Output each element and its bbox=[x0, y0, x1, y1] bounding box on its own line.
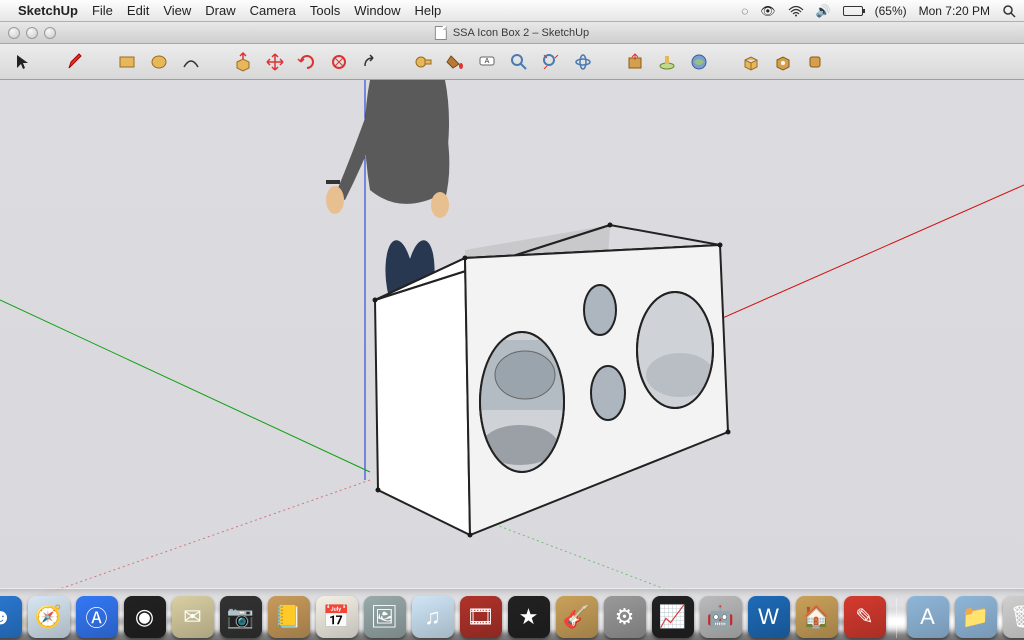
move-tool[interactable] bbox=[262, 49, 288, 75]
scale-tool[interactable] bbox=[326, 49, 352, 75]
dock-ical[interactable]: 📅 bbox=[316, 596, 358, 638]
zoom-tool[interactable] bbox=[506, 49, 532, 75]
place-model-tool[interactable] bbox=[654, 49, 680, 75]
dock-safari[interactable]: 🧭 bbox=[28, 596, 70, 638]
svg-text:A: A bbox=[485, 58, 490, 65]
orbit-tool[interactable] bbox=[570, 49, 596, 75]
geo-tool[interactable] bbox=[622, 49, 648, 75]
menu-file[interactable]: File bbox=[92, 3, 113, 18]
dock-applications-folder[interactable]: A bbox=[907, 596, 949, 638]
window-title: SSA Icon Box 2 – SketchUp bbox=[453, 27, 589, 39]
menu-tools[interactable]: Tools bbox=[310, 3, 340, 18]
menu-draw[interactable]: Draw bbox=[205, 3, 235, 18]
minimize-button[interactable] bbox=[26, 27, 38, 39]
menu-camera[interactable]: Camera bbox=[250, 3, 296, 18]
menu-help[interactable]: Help bbox=[414, 3, 441, 18]
app-menu[interactable]: SketchUp bbox=[18, 3, 78, 18]
box-model bbox=[0, 80, 1024, 610]
dock-address-book[interactable]: 📒 bbox=[268, 596, 310, 638]
clock[interactable]: Mon 7:20 PM bbox=[919, 4, 990, 18]
macos-menubar: SketchUp File Edit View Draw Camera Tool… bbox=[0, 0, 1024, 22]
menu-edit[interactable]: Edit bbox=[127, 3, 149, 18]
spotlight-icon[interactable] bbox=[1002, 4, 1016, 18]
circle-tool[interactable] bbox=[146, 49, 172, 75]
toolbar: A bbox=[0, 44, 1024, 80]
ext-tool-3[interactable] bbox=[802, 49, 828, 75]
dock-app-red[interactable]: ✎ bbox=[844, 596, 886, 638]
dock-documents-folder[interactable]: 📁 bbox=[955, 596, 997, 638]
wifi-icon[interactable] bbox=[788, 5, 804, 17]
dock-trash[interactable]: 🗑 bbox=[1003, 596, 1024, 638]
menu-view[interactable]: View bbox=[163, 3, 191, 18]
rectangle-tool[interactable] bbox=[114, 49, 140, 75]
dock-activity-monitor[interactable]: 📈 bbox=[652, 596, 694, 638]
zoom-extents-tool[interactable] bbox=[538, 49, 564, 75]
battery-indicator[interactable] bbox=[843, 6, 863, 16]
select-tool[interactable] bbox=[10, 49, 36, 75]
dock-mail[interactable]: ✉ bbox=[172, 596, 214, 638]
model-viewport[interactable] bbox=[0, 80, 1024, 610]
arc-tool[interactable] bbox=[178, 49, 204, 75]
dock-app-store[interactable]: Ⓐ bbox=[76, 596, 118, 638]
document-icon bbox=[435, 26, 447, 40]
dock-sketchup[interactable]: 🏠 bbox=[796, 596, 838, 638]
dock-itunes[interactable]: ♫ bbox=[412, 596, 454, 638]
dock-system-preferences[interactable]: ⚙ bbox=[604, 596, 646, 638]
volume-icon[interactable]: 🔊 bbox=[816, 4, 831, 18]
dock-photo-booth[interactable]: 🎞 bbox=[460, 596, 502, 638]
dock-iphoto[interactable]: 📷 bbox=[220, 596, 262, 638]
tape-measure-tool[interactable] bbox=[410, 49, 436, 75]
macos-dock: ☻🧭Ⓐ◉✉📷📒📅🖼♫🎞★🎸⚙📈🤖W🏠✎ A📁🗑 bbox=[0, 588, 1024, 640]
menu-extra-icon[interactable]: ◌ bbox=[741, 4, 748, 18]
ext-tool-2[interactable] bbox=[770, 49, 796, 75]
close-button[interactable] bbox=[8, 27, 20, 39]
push-pull-tool[interactable] bbox=[230, 49, 256, 75]
dock-finder[interactable]: ☻ bbox=[0, 596, 22, 638]
dock-imovie[interactable]: ★ bbox=[508, 596, 550, 638]
zoom-button[interactable] bbox=[44, 27, 56, 39]
rotate-tool[interactable] bbox=[294, 49, 320, 75]
pencil-tool[interactable] bbox=[62, 49, 88, 75]
menu-extra-sync-icon[interactable]: 👁 bbox=[760, 4, 775, 18]
dock-separator bbox=[896, 598, 897, 638]
paint-bucket-tool[interactable] bbox=[442, 49, 468, 75]
dock-garageband[interactable]: 🎸 bbox=[556, 596, 598, 638]
dock-automator[interactable]: 🤖 bbox=[700, 596, 742, 638]
warehouse-tool[interactable] bbox=[686, 49, 712, 75]
dock-dashboard[interactable]: ◉ bbox=[124, 596, 166, 638]
battery-percent: (65%) bbox=[875, 4, 907, 18]
menu-window[interactable]: Window bbox=[354, 3, 400, 18]
offset-tool[interactable] bbox=[358, 49, 384, 75]
dock-word[interactable]: W bbox=[748, 596, 790, 638]
text-tool[interactable]: A bbox=[474, 49, 500, 75]
dock-preview[interactable]: 🖼 bbox=[364, 596, 406, 638]
ext-box-tool[interactable] bbox=[738, 49, 764, 75]
window-titlebar[interactable]: SSA Icon Box 2 – SketchUp bbox=[0, 22, 1024, 44]
